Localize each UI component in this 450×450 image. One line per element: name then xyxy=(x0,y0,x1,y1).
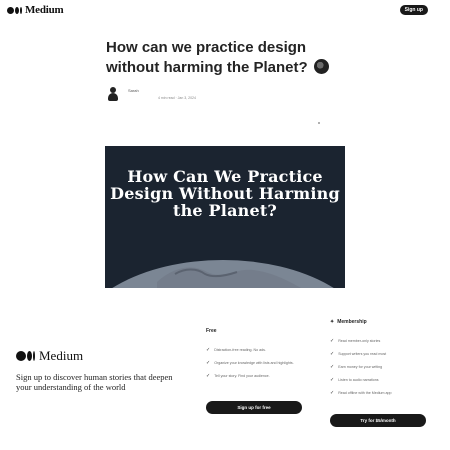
list-item: ✓ Tell your story. Find your audience. xyxy=(206,374,302,379)
check-icon: ✓ xyxy=(330,351,335,357)
globe-icon xyxy=(313,59,329,74)
star-icon: ✦ xyxy=(330,319,335,325)
plan-free: Free ✓ Distraction-free reading. No ads. … xyxy=(206,326,302,414)
overlay-tagline: Sign up to discover human stories that d… xyxy=(16,372,173,392)
list-item: ✓ Support writers you read most xyxy=(330,352,426,357)
list-item: ✓ Read offline with the Medium app xyxy=(330,391,426,396)
hero-image: How Can We Practice Design Without Harmi… xyxy=(105,146,345,288)
list-item-text: Support writers you read most xyxy=(338,352,387,356)
medium-logo-icon xyxy=(7,6,22,14)
list-item-text: Listen to audio narrations xyxy=(338,378,379,382)
plan-membership-title: ✦ Membership xyxy=(330,317,426,327)
article-title: How can we practice design without harmi… xyxy=(106,38,356,78)
overlay-logo-text: Medium xyxy=(39,348,84,363)
medium-logo-icon xyxy=(16,351,35,361)
plan-free-title: Free xyxy=(206,328,217,334)
check-icon: ✓ xyxy=(330,390,335,396)
medium-logo[interactable]: Medium xyxy=(7,4,64,16)
list-item-text: Tell your story. Find your audience. xyxy=(214,374,270,378)
plan-membership: ✦ Membership ✓ Read member-only stories ✓ S… xyxy=(330,317,426,427)
plan-free-list: ✓ Distraction-free reading. No ads. ✓ Orga… xyxy=(206,348,302,379)
check-icon: ✓ xyxy=(206,360,211,366)
author-block: Sarah 4 min read · Jan 3, 2024 xyxy=(128,88,196,100)
plan-membership-label: Membership xyxy=(337,319,367,325)
check-icon: ✓ xyxy=(206,373,211,379)
author-name[interactable]: Sarah xyxy=(128,88,196,93)
earth-icon xyxy=(112,260,334,288)
list-item-text: Earn money for your writing xyxy=(338,365,383,369)
page: Medium Sign up How can we practice desig… xyxy=(0,0,450,450)
list-item: ✓ Read member-only stories xyxy=(330,339,426,344)
article-title-text: How can we practice design without harmi… xyxy=(106,39,308,76)
list-item-text: Read offline with the Medium app xyxy=(338,391,392,395)
list-item: ✓ Organize your knowledge with lists and … xyxy=(206,361,302,366)
list-item-text: Read member-only stories xyxy=(338,339,381,343)
plan-membership-list: ✓ Read member-only stories ✓ Support write… xyxy=(330,339,426,396)
check-icon: ✓ xyxy=(330,364,335,370)
check-icon: ✓ xyxy=(206,347,211,353)
overlay-medium-logo: Medium xyxy=(16,348,83,364)
sign-up-free-button[interactable]: Sign up for free xyxy=(206,401,302,414)
membership-button[interactable]: Try for $5/month xyxy=(330,414,426,427)
list-item-text: Distraction-free reading. No ads. xyxy=(214,348,266,352)
byline: Sarah 4 min read · Jan 3, 2024 xyxy=(106,86,196,102)
logo-text: Medium xyxy=(25,4,64,16)
divider-dot xyxy=(318,122,320,124)
sign-up-button[interactable]: Sign up xyxy=(399,5,428,15)
avatar-icon[interactable] xyxy=(106,86,120,102)
list-item: ✓ Distraction-free reading. No ads. xyxy=(206,348,302,353)
top-bar: Medium Sign up xyxy=(0,0,450,22)
article-meta: 4 min read · Jan 3, 2024 xyxy=(158,96,196,100)
list-item-text: Organize your knowledge with lists and h… xyxy=(214,361,294,365)
check-icon: ✓ xyxy=(330,377,335,383)
check-icon: ✓ xyxy=(330,338,335,344)
list-item: ✓ Earn money for your writing xyxy=(330,365,426,370)
list-item: ✓ Listen to audio narrations xyxy=(330,378,426,383)
